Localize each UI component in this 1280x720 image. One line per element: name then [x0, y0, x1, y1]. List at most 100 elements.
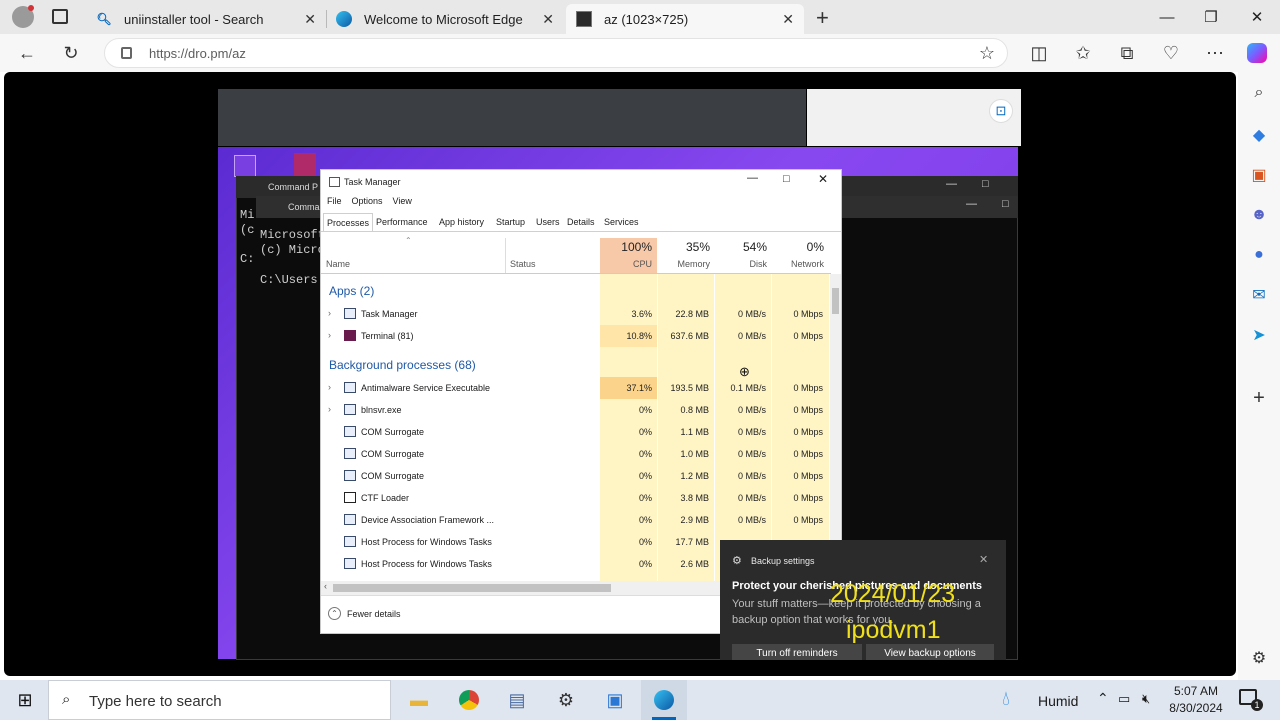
- tab-details[interactable]: Details: [564, 213, 598, 231]
- tab-app-history[interactable]: App history: [436, 213, 487, 231]
- favorites-icon[interactable]: ✩: [1068, 39, 1098, 67]
- url-field[interactable]: https://dro.pm/az: [104, 38, 1008, 68]
- settings-more-icon[interactable]: ⋯: [1200, 39, 1230, 67]
- restore-button[interactable]: ❐: [1188, 0, 1234, 34]
- scroll-thumb[interactable]: [832, 288, 839, 314]
- cpu-label: CPU: [632, 259, 652, 269]
- minimize-icon[interactable]: —: [966, 198, 977, 210]
- chevron-up-icon[interactable]: ⌃: [1097, 690, 1109, 707]
- new-tab-button[interactable]: +: [816, 5, 829, 31]
- outlook-icon[interactable]: ✉: [1248, 284, 1270, 306]
- screenshot-top-white: ⊡: [807, 89, 1021, 146]
- tab-services[interactable]: Services: [601, 213, 642, 231]
- search-icon[interactable]: ⌕: [1248, 82, 1270, 104]
- back-button[interactable]: ←: [12, 39, 42, 67]
- column-header-status[interactable]: Status: [510, 237, 570, 273]
- table-row[interactable]: › blnsvr.exe 0% 0.8 MB 0 MB/s 0 Mbps: [321, 399, 831, 421]
- tab-title: az (1023×725): [604, 11, 689, 27]
- sidebar-settings-icon[interactable]: ⚙: [1248, 647, 1270, 669]
- minimize-button[interactable]: —: [1144, 0, 1190, 34]
- office-icon[interactable]: ●: [1248, 244, 1270, 266]
- column-header-cpu[interactable]: 100% CPU: [600, 237, 652, 273]
- visual-search-icon[interactable]: ⊡: [989, 99, 1013, 123]
- tab-az-image[interactable]: az (1023×725) ✕: [566, 4, 804, 34]
- network-percent: 0%: [806, 240, 824, 254]
- tools-icon[interactable]: ▣: [1248, 164, 1270, 186]
- expand-chevron-icon[interactable]: ›: [328, 330, 331, 340]
- expand-chevron-icon[interactable]: ›: [328, 404, 331, 414]
- disk-percent: 54%: [742, 240, 767, 254]
- windows-start-icon[interactable]: ⊞: [10, 686, 40, 714]
- clock-time: 5:07 AM: [1173, 684, 1219, 698]
- scroll-thumb[interactable]: [333, 584, 611, 592]
- view-backup-options-button[interactable]: View backup options: [866, 644, 994, 660]
- add-sidebar-app-icon[interactable]: +: [1248, 387, 1270, 409]
- weather-label[interactable]: Humid: [1038, 693, 1078, 709]
- fewer-details-button[interactable]: ⌃ Fewer details: [328, 607, 401, 620]
- close-tab-icon[interactable]: ✕: [304, 11, 316, 28]
- weather-drop-icon[interactable]: 💧︎: [1002, 688, 1010, 711]
- tab-startup[interactable]: Startup: [493, 213, 528, 231]
- table-row[interactable]: CTF Loader 0% 3.8 MB 0 MB/s 0 Mbps: [321, 487, 831, 509]
- minimize-button[interactable]: —: [747, 172, 758, 184]
- maximize-icon[interactable]: □: [982, 178, 989, 190]
- chrome-browser-icon[interactable]: [454, 686, 484, 714]
- remote-desktop-icon[interactable]: ▣: [600, 686, 630, 714]
- network-icon[interactable]: ▭: [1118, 691, 1130, 707]
- send-icon[interactable]: ➤: [1248, 324, 1270, 346]
- column-header-disk[interactable]: 54% Disk: [715, 237, 767, 273]
- table-row[interactable]: › Antimalware Service Executable 37.1% 1…: [321, 377, 831, 399]
- edge-taskbar-icon[interactable]: [649, 686, 679, 714]
- shopping-tag-icon[interactable]: ◆: [1248, 124, 1270, 146]
- column-header-memory[interactable]: 35% Memory: [658, 237, 710, 273]
- column-header-name[interactable]: Name: [326, 237, 426, 273]
- table-row[interactable]: › Task Manager 3.6% 22.8 MB 0 MB/s 0 Mbp…: [321, 303, 831, 325]
- minimize-icon[interactable]: —: [946, 178, 957, 190]
- menu-options[interactable]: Options: [352, 196, 383, 206]
- tab-edge-welcome[interactable]: Welcome to Microsoft Edge ✕: [326, 4, 564, 34]
- taskbar-search-box[interactable]: ⌕ Type here to search: [48, 680, 391, 720]
- refresh-button[interactable]: ↻: [56, 39, 86, 67]
- tab-processes[interactable]: Processes: [323, 213, 374, 231]
- scroll-left-icon[interactable]: ‹: [324, 581, 327, 591]
- expand-chevron-icon[interactable]: ›: [328, 382, 331, 392]
- tab-performance[interactable]: Performance: [373, 213, 431, 231]
- table-row[interactable]: COM Surrogate 0% 1.2 MB 0 MB/s 0 Mbps: [321, 465, 831, 487]
- tab-actions-icon[interactable]: [52, 9, 68, 24]
- favorite-star-icon[interactable]: ☆: [972, 39, 1002, 67]
- close-window-button[interactable]: ✕: [1234, 0, 1280, 34]
- app-icon[interactable]: ▤: [502, 686, 532, 714]
- tab-search[interactable]: 🔍︎ uniinstaller tool - Search ✕: [86, 4, 326, 34]
- collections-icon[interactable]: ⧉: [1112, 39, 1142, 67]
- menu-view[interactable]: View: [393, 196, 412, 206]
- browser-essentials-icon[interactable]: ♡: [1156, 39, 1186, 67]
- file-explorer-icon[interactable]: ▬: [404, 686, 434, 714]
- close-tab-icon[interactable]: ✕: [782, 11, 794, 28]
- close-tab-icon[interactable]: ✕: [542, 11, 554, 28]
- close-button[interactable]: ✕: [818, 172, 828, 186]
- settings-icon[interactable]: ⚙: [551, 686, 581, 714]
- image-thumbnail-icon: [576, 11, 592, 27]
- people-icon[interactable]: ☻: [1248, 204, 1270, 226]
- vertical-scrollbar[interactable]: [830, 274, 841, 581]
- profile-avatar-icon[interactable]: [12, 5, 34, 28]
- maximize-icon[interactable]: □: [1002, 198, 1009, 210]
- edge-sidebar: ⌕ ◆ ▣ ☻ ● ✉ ➤ + ⚙: [1238, 72, 1280, 680]
- table-row[interactable]: COM Surrogate 0% 1.0 MB 0 MB/s 0 Mbps: [321, 443, 831, 465]
- table-row[interactable]: Device Association Framework ... 0% 2.9 …: [321, 509, 831, 531]
- cmd-line: C:: [240, 252, 255, 266]
- table-row[interactable]: COM Surrogate 0% 1.1 MB 0 MB/s 0 Mbps: [321, 421, 831, 443]
- copilot-icon[interactable]: [1242, 39, 1272, 67]
- maximize-button[interactable]: □: [783, 173, 790, 185]
- expand-chevron-icon[interactable]: ›: [328, 308, 331, 318]
- split-screen-icon[interactable]: ◫: [1024, 39, 1054, 67]
- menu-file[interactable]: File: [327, 196, 342, 206]
- dismiss-notification-icon[interactable]: ✕: [979, 553, 988, 566]
- clock[interactable]: 5:07 AM 8/30/2024: [1164, 683, 1228, 717]
- table-row[interactable]: › Terminal (81) 10.8% 637.6 MB 0 MB/s 0 …: [321, 325, 831, 347]
- tab-users[interactable]: Users: [533, 213, 563, 231]
- volume-muted-icon[interactable]: 🔇︎: [1142, 691, 1150, 707]
- turn-off-reminders-button[interactable]: Turn off reminders: [732, 644, 862, 660]
- column-header-network[interactable]: 0% Network: [772, 237, 824, 273]
- cmd-line: Microsoft: [260, 228, 325, 242]
